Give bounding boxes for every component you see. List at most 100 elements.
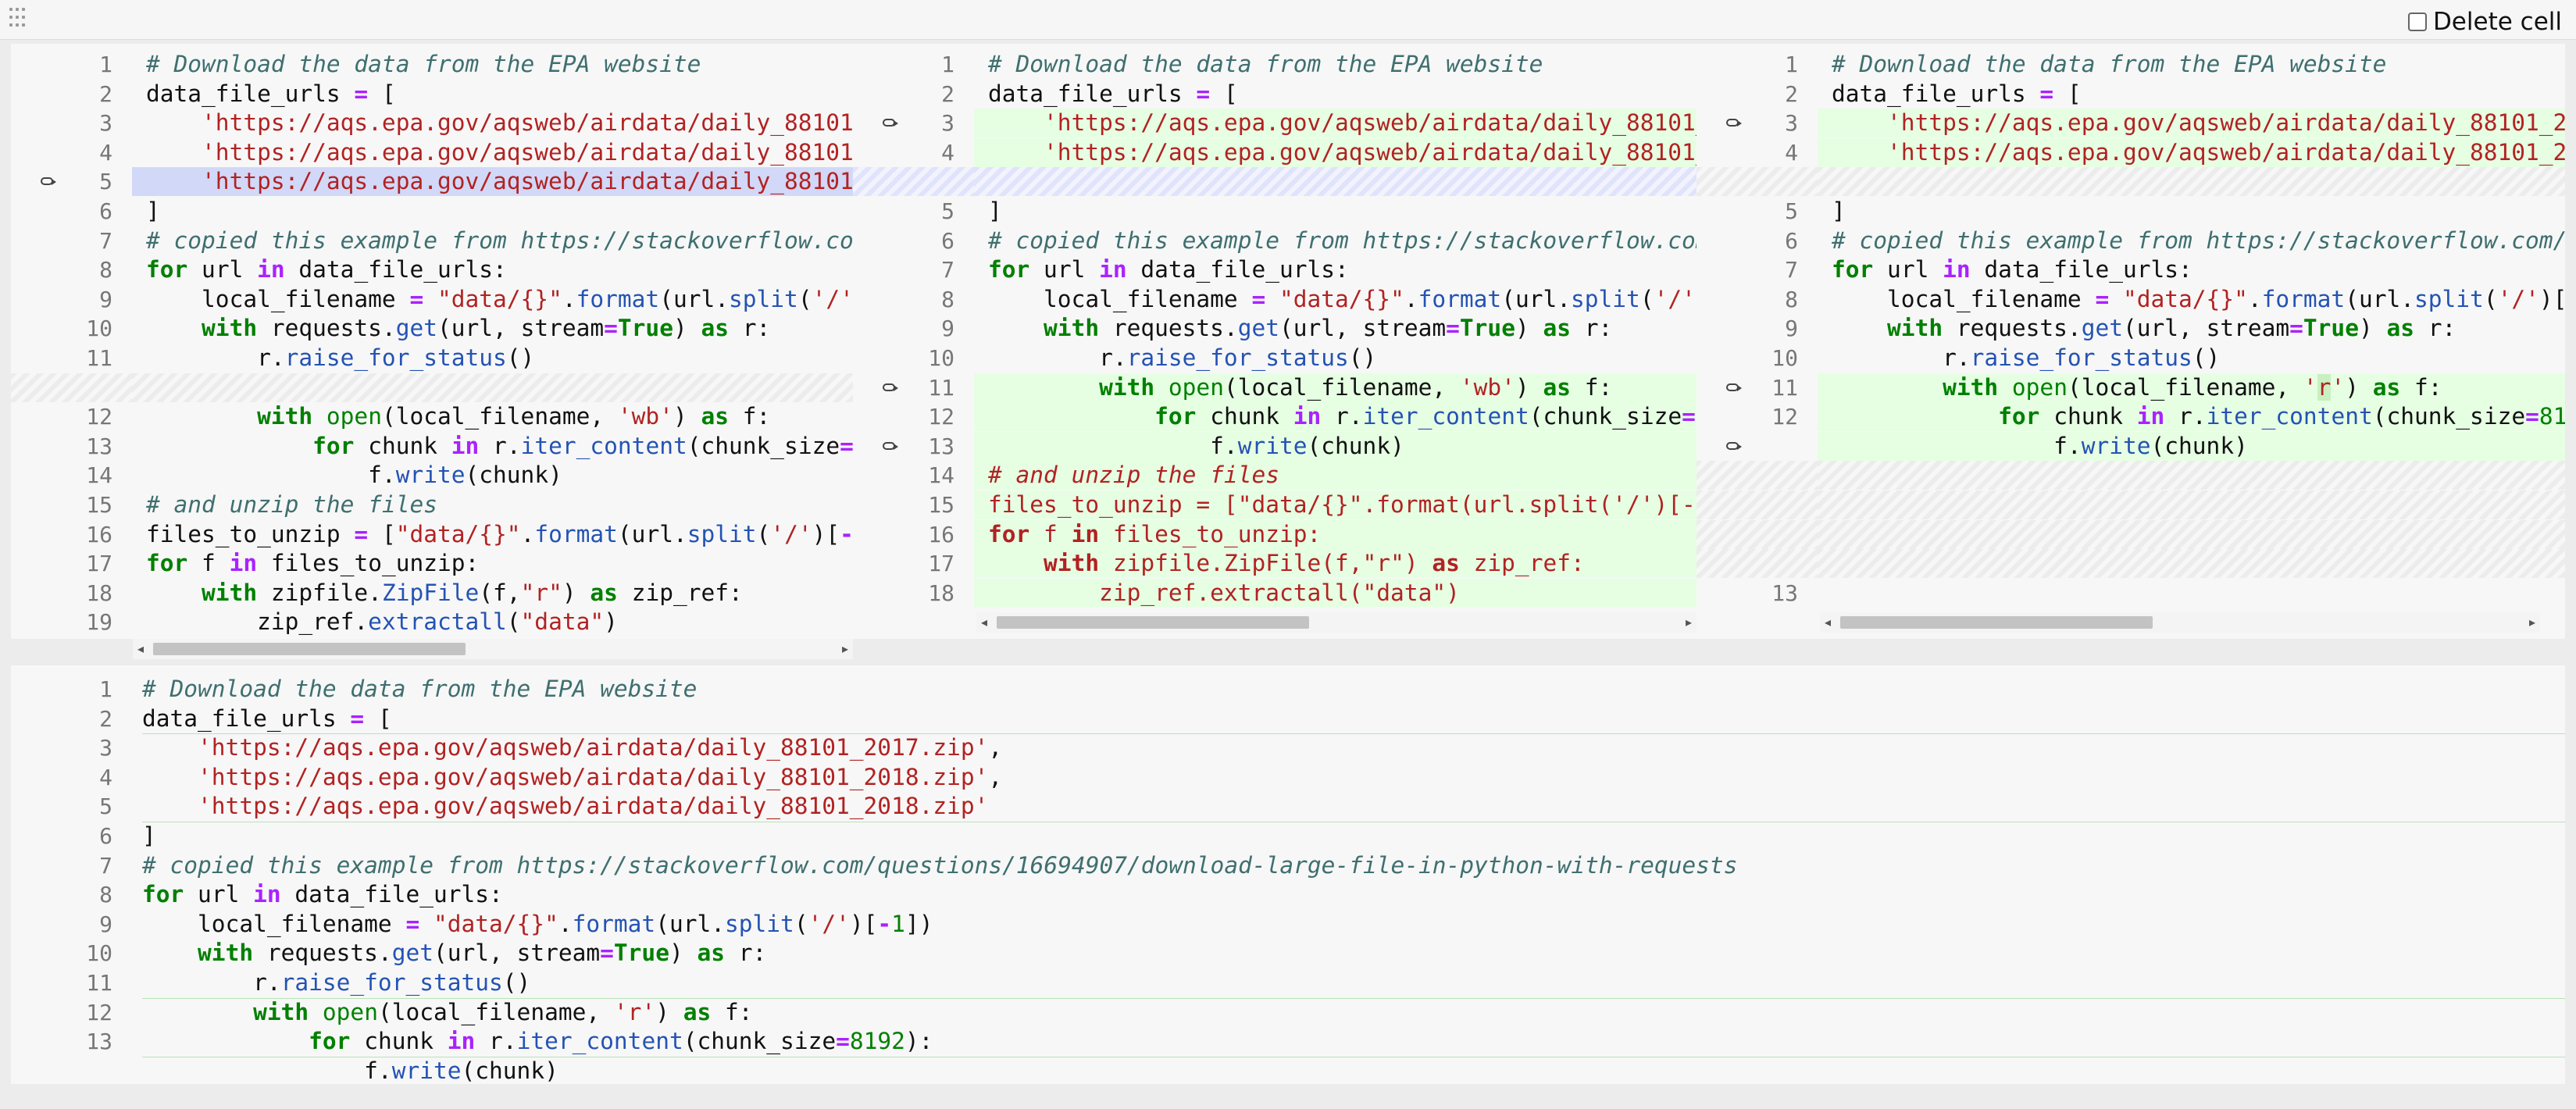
code-line[interactable]: local_filename = "data/{}".format(url.sp…: [974, 285, 1697, 314]
code-line[interactable]: data_file_urls = [: [974, 80, 1697, 109]
code-line[interactable]: zip_ref.extractall("data"): [974, 578, 1697, 608]
code-line[interactable]: 'https://aqs.epa.gov/aqsweb/airdata/dail…: [142, 792, 2565, 821]
code-line[interactable]: f.write(chunk): [1818, 431, 2565, 461]
code-line[interactable]: with zipfile.ZipFile(f,"r") as zip_ref:: [974, 549, 1697, 579]
code-line[interactable]: [1818, 461, 2565, 490]
diff-pane-local[interactable]: 1 2 3 4 5 6 7 8 9 10 11 12 13 14 15 16 17 18 19 # Download…: [11, 44, 853, 639]
code-line[interactable]: # Download the data from the EPA website: [132, 50, 853, 79]
merge-arrow-icon[interactable]: [883, 383, 898, 391]
code-line[interactable]: for url in data_file_urls:: [142, 880, 2565, 909]
code-line[interactable]: 'https://aqs.epa.gov/aqsweb/airdata/dail…: [974, 109, 1697, 138]
code-line[interactable]: 'https://aqs.epa.gov/aqsweb/airdata/dail…: [142, 763, 2565, 792]
scroll-right-icon[interactable]: ▸: [837, 639, 853, 659]
code-line[interactable]: with requests.get(url, stream=True) as r…: [142, 939, 2565, 968]
code-line[interactable]: [1818, 579, 2565, 608]
code-line[interactable]: ]: [1818, 197, 2565, 226]
code-line[interactable]: zip_ref.extractall("data"): [132, 608, 853, 637]
code-line[interactable]: # Download the data from the EPA website: [1818, 50, 2565, 79]
code-area[interactable]: # Download the data from the EPA website…: [132, 44, 853, 639]
horizontal-scrollbar-base[interactable]: ◂ ▸: [976, 612, 1697, 633]
code-line[interactable]: r.raise_for_status(): [1818, 344, 2565, 373]
code-line[interactable]: with zipfile.ZipFile(f,"r") as zip_ref:: [132, 579, 853, 608]
merged-result-editor[interactable]: 1 2 3 4 5 6 7 8 9 10 11 12 13 # Download the data fr…: [11, 665, 2565, 1084]
delete-cell-checkbox[interactable]: [2407, 12, 2427, 31]
scroll-right-icon[interactable]: ▸: [1681, 612, 1697, 633]
code-line[interactable]: f.write(chunk): [974, 431, 1697, 461]
code-line[interactable]: [974, 167, 1697, 197]
code-line[interactable]: 'https://aqs.epa.gov/aqsweb/airdata/dail…: [1818, 137, 2565, 167]
code-line[interactable]: local_filename = "data/{}".format(url.sp…: [132, 285, 853, 314]
code-line[interactable]: 'https://aqs.epa.gov/aqsweb/airdata/dail…: [132, 109, 853, 137]
code-line[interactable]: for chunk in r.iter_content(chunk_size=8…: [974, 402, 1697, 432]
code-line[interactable]: with open(local_filename, 'r') as f:: [142, 998, 2565, 1027]
code-line[interactable]: # copied this example from https://stack…: [142, 851, 2565, 880]
scroll-thumb[interactable]: [153, 643, 466, 655]
code-line[interactable]: ]: [132, 197, 853, 226]
diff-pane-base[interactable]: 1 2 3 4 5 6 7 8 9 10 11 12 13 14 15 16 17 18 # Download t…: [853, 44, 1697, 639]
code-line[interactable]: # copied this example from https://stack…: [1818, 226, 2565, 255]
code-line[interactable]: 'https://aqs.epa.gov/aqsweb/airdata/dail…: [1818, 109, 2565, 138]
code-line[interactable]: for url in data_file_urls:: [132, 255, 853, 284]
code-line[interactable]: [1818, 519, 2565, 549]
code-area[interactable]: # Download the data from the EPA website…: [974, 44, 1697, 639]
code-line[interactable]: for url in data_file_urls:: [974, 255, 1697, 284]
code-line[interactable]: ]: [974, 197, 1697, 226]
code-line[interactable]: 'https://aqs.epa.gov/aqsweb/airdata/dail…: [132, 138, 853, 167]
code-line[interactable]: r.raise_for_status(): [142, 968, 2565, 997]
code-line[interactable]: data_file_urls = [: [132, 80, 853, 109]
code-line[interactable]: 'https://aqs.epa.gov/aqsweb/airdata/dail…: [142, 733, 2565, 762]
code-line[interactable]: # copied this example from https://stack…: [132, 226, 853, 255]
code-line[interactable]: # and unzip the files: [132, 490, 853, 519]
horizontal-scrollbar-local[interactable]: ◂ ▸: [133, 639, 853, 659]
code-line[interactable]: files_to_unzip = ["data/{}".format(url.s…: [132, 520, 853, 549]
code-line[interactable]: files_to_unzip = ["data/{}".format(url.s…: [974, 490, 1697, 519]
code-line[interactable]: r.raise_for_status(): [974, 344, 1697, 373]
merge-arrow-icon[interactable]: [41, 177, 56, 186]
diff-pane-remote[interactable]: 1 2 3 4 5 6 7 8 9 10 11 12 13 # Download the data fr…: [1697, 44, 2565, 639]
code-line[interactable]: local_filename = "data/{}".format(url.sp…: [142, 910, 2565, 939]
horizontal-scrollbar-remote[interactable]: ◂ ▸: [1820, 612, 2540, 633]
scroll-thumb[interactable]: [997, 616, 1309, 629]
delete-cell-toggle[interactable]: Delete cell: [2407, 8, 2562, 36]
code-line[interactable]: [1818, 549, 2565, 579]
code-line[interactable]: 'https://aqs.epa.gov/aqsweb/airdata/dail…: [974, 137, 1697, 167]
code-line[interactable]: with requests.get(url, stream=True) as r…: [974, 314, 1697, 343]
code-line[interactable]: # Download the data from the EPA website: [142, 675, 2565, 704]
drag-handle-icon[interactable]: [9, 8, 28, 31]
code-line[interactable]: for chunk in r.iter_content(chunk_size=8…: [132, 432, 853, 461]
code-line[interactable]: data_file_urls = [: [142, 704, 2565, 733]
code-line[interactable]: for f in files_to_unzip:: [974, 519, 1697, 549]
code-line[interactable]: with open(local_filename, 'wb') as f:: [132, 402, 853, 431]
code-line[interactable]: # copied this example from https://stack…: [974, 226, 1697, 255]
code-line[interactable]: f.write(chunk): [142, 1057, 2565, 1084]
code-line[interactable]: for chunk in r.iter_content(chunk_size=8…: [1818, 402, 2565, 432]
code-line[interactable]: with requests.get(url, stream=True) as r…: [1818, 314, 2565, 343]
merge-arrow-icon[interactable]: [1726, 383, 1742, 391]
code-line[interactable]: ]: [142, 822, 2565, 850]
code-line[interactable]: # and unzip the files: [974, 461, 1697, 490]
scroll-left-icon[interactable]: ◂: [133, 639, 148, 659]
merge-arrow-icon[interactable]: [1726, 119, 1742, 127]
code-line[interactable]: with requests.get(url, stream=True) as r…: [132, 314, 853, 343]
scroll-left-icon[interactable]: ◂: [1820, 612, 1836, 633]
code-line[interactable]: r.raise_for_status(): [132, 344, 853, 373]
merge-arrow-icon[interactable]: [1726, 441, 1742, 450]
code-line[interactable]: 'https://aqs.epa.gov/aqsweb/airdata/dail…: [132, 167, 853, 197]
code-line[interactable]: [1818, 167, 2565, 197]
code-line[interactable]: with open(local_filename, 'r') as f:: [1818, 373, 2565, 402]
code-line[interactable]: [1818, 490, 2565, 519]
code-line[interactable]: f.write(chunk): [132, 461, 853, 490]
code-line[interactable]: with open(local_filename, 'wb') as f:: [974, 373, 1697, 402]
code-line[interactable]: for url in data_file_urls:: [1818, 255, 2565, 284]
code-line[interactable]: local_filename = "data/{}".format(url.sp…: [1818, 285, 2565, 314]
scroll-left-icon[interactable]: ◂: [976, 612, 992, 633]
merge-arrow-icon[interactable]: [883, 441, 898, 450]
scroll-thumb[interactable]: [1840, 616, 2153, 629]
code-line[interactable]: # Download the data from the EPA website: [974, 50, 1697, 79]
merge-arrow-icon[interactable]: [883, 119, 898, 127]
scroll-right-icon[interactable]: ▸: [2524, 612, 2540, 633]
code-area[interactable]: # Download the data from the EPA website…: [1818, 44, 2565, 639]
code-line[interactable]: data_file_urls = [: [1818, 80, 2565, 109]
code-line[interactable]: for chunk in r.iter_content(chunk_size=8…: [142, 1027, 2565, 1056]
code-line[interactable]: for f in files_to_unzip:: [132, 549, 853, 578]
